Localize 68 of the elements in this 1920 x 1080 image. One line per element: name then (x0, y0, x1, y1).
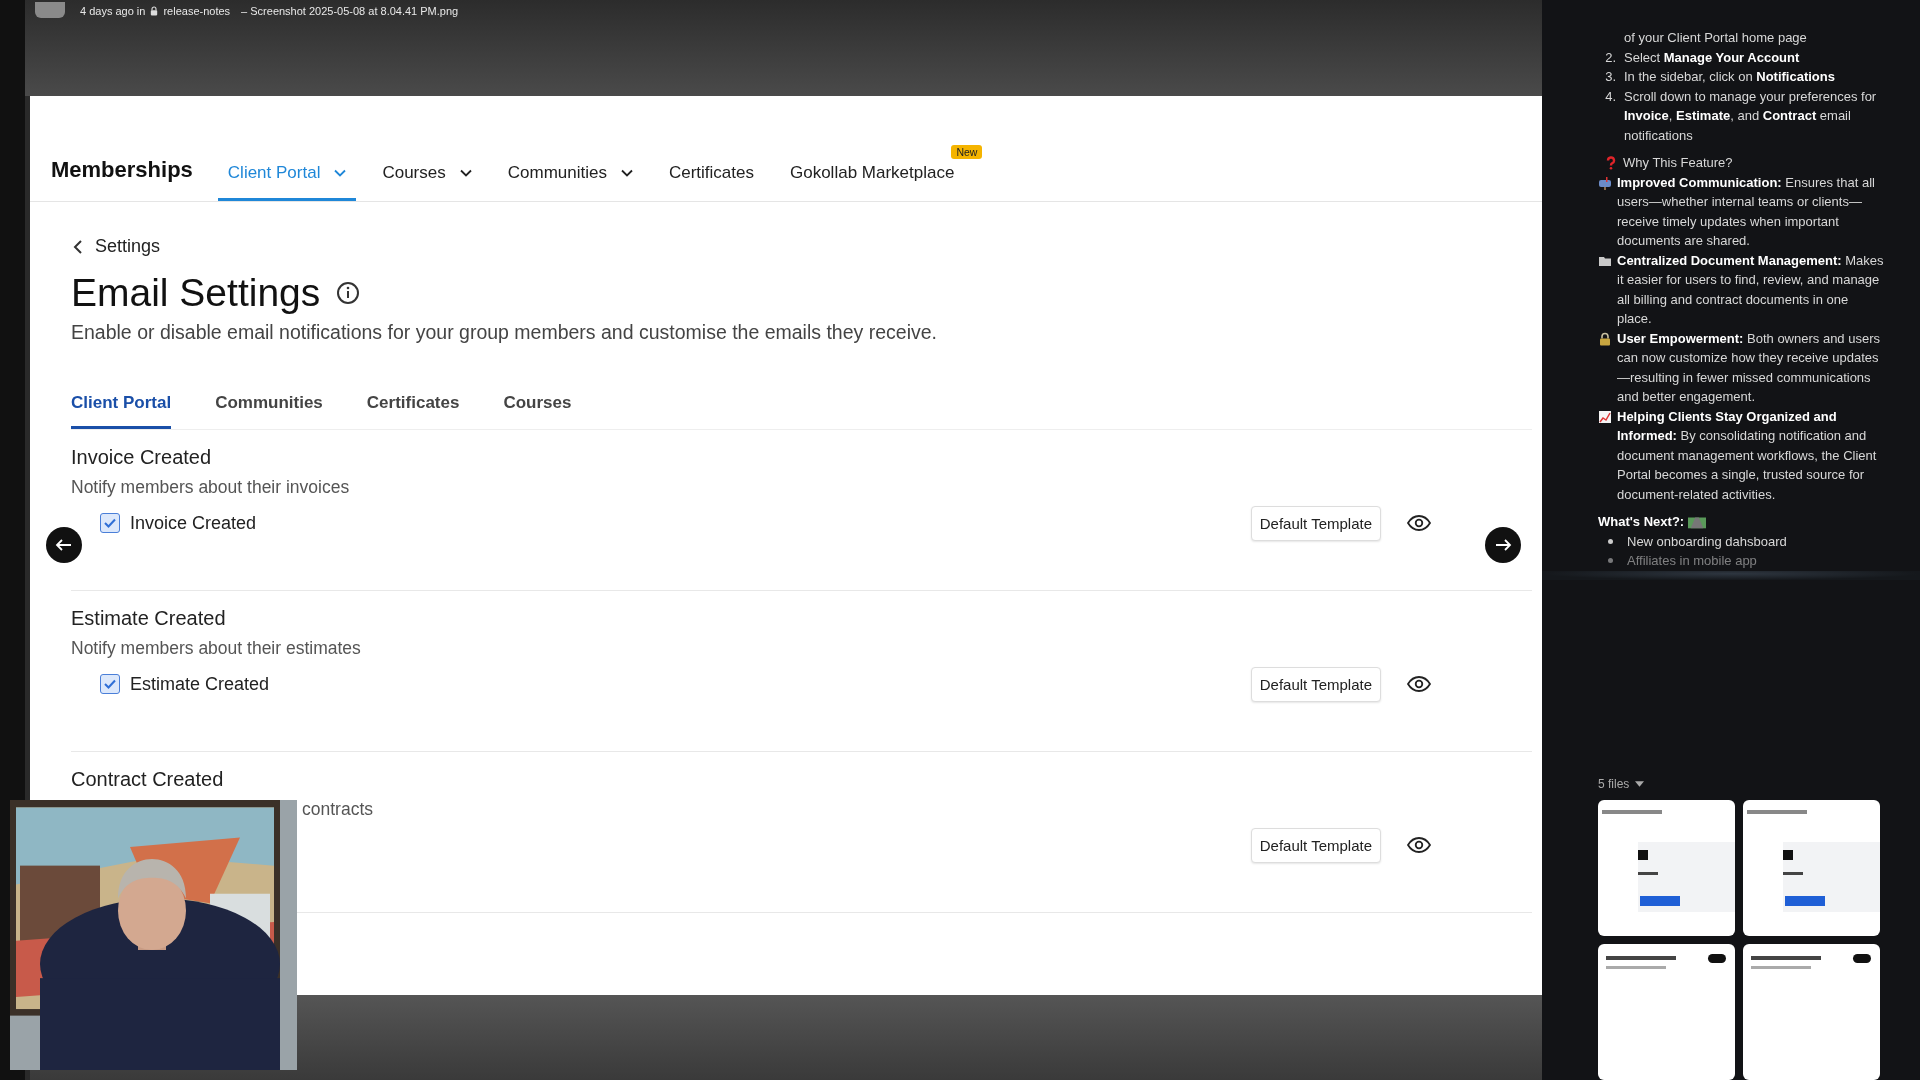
list-number: 2. (1604, 48, 1616, 67)
file-thumbnail[interactable] (1598, 944, 1735, 1080)
checkbox[interactable] (100, 674, 120, 694)
section-title: Contract Created (71, 768, 225, 791)
template-button[interactable]: Default Template (1250, 827, 1381, 863)
list-item: Affiliates in mobile app (1627, 552, 1757, 570)
info-icon[interactable] (336, 281, 361, 305)
eye-icon[interactable] (1407, 515, 1431, 531)
nav-tab[interactable]: Communities (497, 163, 643, 201)
lock-icon (1598, 331, 1612, 346)
checkbox-label: Invoice Created (130, 512, 257, 534)
post-meta: 4 days ago in (80, 4, 146, 17)
settings-tab[interactable]: Certificates (366, 393, 460, 429)
file-name: – Screenshot 2025-05-08 at 8.04.41 PM.png (241, 4, 459, 17)
check-icon (103, 516, 117, 530)
bullet-icon (1608, 538, 1613, 544)
app-title: Memberships (51, 157, 193, 184)
settings-tab[interactable]: Client Portal (71, 393, 172, 429)
file-thumbnail[interactable] (1743, 944, 1880, 1080)
step-text: Select Manage Your Account (1624, 48, 1800, 67)
settings-tab[interactable]: Courses (503, 393, 572, 429)
mailbox-icon (1598, 175, 1612, 190)
paragraph: Helping Clients Stay Organized and Informed: By consolidating notification and document management workflows, the Client Portal becomes a single, trusted source for document-related activities. (1617, 407, 1878, 504)
step-text: Scroll down to manage your preferences for Invoice, Estimate, and Contract email notifications (1624, 87, 1878, 145)
step-text: In the sidebar, click on Notifications (1624, 68, 1835, 86)
paragraph: Improved Communication: Ensures that all users—whether internal teams or clients—receive timely updates when important documents are shared. (1617, 173, 1876, 250)
section-title: Estimate Created (71, 607, 227, 630)
check-icon (103, 677, 117, 691)
avatar (35, 2, 65, 18)
nav-tab[interactable]: Client Portal (217, 163, 357, 201)
section-description: Notify members about their invoices (71, 477, 351, 498)
arrow-left-icon[interactable] (46, 527, 82, 563)
template-button[interactable]: Default Template (1250, 505, 1381, 541)
channel-link[interactable]: release-notes (163, 2, 231, 17)
paragraph: Why This Feature? (1623, 154, 1733, 172)
list-number: 3. (1604, 68, 1616, 86)
new-badge: New (951, 145, 983, 159)
settings-tab[interactable]: Communities (215, 393, 323, 429)
files-toggle[interactable]: 5 files (1598, 774, 1884, 794)
nav-tab[interactable]: Certificates (658, 163, 764, 201)
section-description: contracts (302, 799, 374, 820)
list-item: New onboarding dahsboard (1627, 532, 1787, 551)
page-description: Enable or disable email notifications for your group members and customise the emails they receive. (71, 321, 938, 344)
lock-icon (150, 6, 159, 16)
section-heading: What's Next?: (1598, 513, 1685, 531)
chart-icon (1598, 409, 1612, 424)
paragraph: Centralized Document Management: Makes it easier for users to find, review, and manage all billing and contract documents in one place. (1617, 251, 1884, 328)
step-text: of your Client Portal home page (1624, 29, 1807, 47)
checkbox-label: Estimate Created (130, 673, 270, 695)
list-number: 4. (1604, 87, 1616, 106)
bullet-icon (1608, 558, 1613, 564)
section-title: Invoice Created (71, 446, 213, 469)
caret-icon (1635, 781, 1645, 788)
question-mark-icon (1604, 156, 1618, 170)
file-thumbnail[interactable] (1743, 800, 1880, 936)
nav-tab[interactable]: Gokollab Marketplace (780, 163, 965, 201)
back-link[interactable]: Settings (95, 236, 161, 257)
back-icon[interactable] (73, 238, 83, 255)
eye-icon[interactable] (1407, 676, 1431, 692)
nav-tab[interactable]: Courses (372, 163, 482, 201)
page-title: Email Settings (71, 271, 321, 315)
eye-icon[interactable] (1407, 837, 1431, 853)
file-thumbnail[interactable] (1598, 800, 1735, 936)
paragraph: User Empowerment: Both owners and users can now customize how they receive updates—resulting in fewer missed communications and better engagement. (1617, 329, 1881, 406)
section-description: Notify members about their estimates (71, 638, 362, 659)
arrow-right-icon[interactable] (1485, 527, 1521, 563)
checkbox[interactable] (100, 513, 120, 533)
template-button[interactable]: Default Template (1250, 666, 1381, 702)
